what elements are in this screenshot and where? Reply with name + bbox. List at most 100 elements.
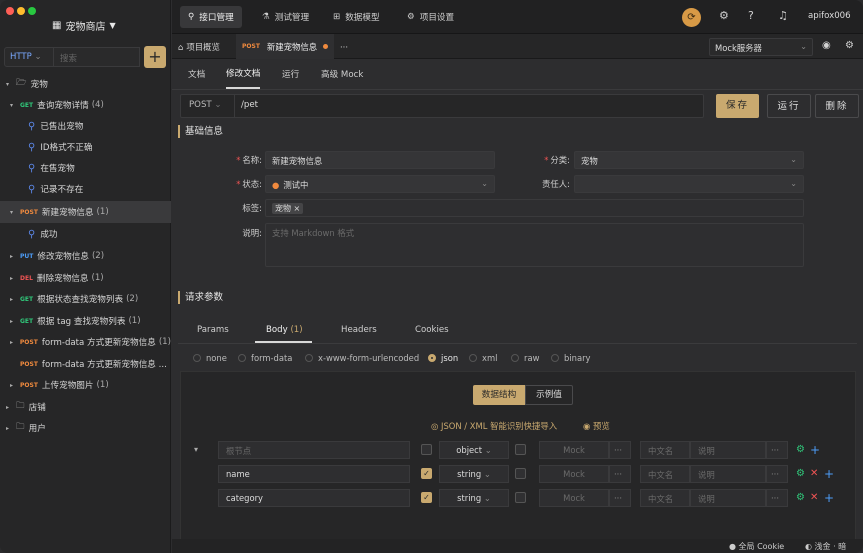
name-field[interactable]: 新建宠物信息 (265, 151, 495, 169)
category-select[interactable]: 宠物 ⌄ (574, 151, 804, 169)
body-type-xml[interactable]: xml (469, 353, 497, 363)
maximize-window-button[interactable] (28, 7, 36, 15)
tree-item-1[interactable]: ▾ GET 查询宠物详情 (4) (0, 94, 171, 116)
sync-icon[interactable]: ⟳ (682, 8, 701, 27)
bell-icon[interactable]: ♫ (778, 9, 788, 22)
tree-item-10[interactable]: ▸ GET 根据状态查找宠物列表 (2) (0, 288, 171, 310)
tree-item-3[interactable]: ⚲ ID格式不正确 (0, 136, 171, 158)
required-checkbox[interactable] (421, 444, 432, 455)
delete-button[interactable]: 删除 (815, 94, 859, 118)
more-tabs-button[interactable]: ··· (334, 34, 354, 59)
field-name-input[interactable]: name (218, 465, 410, 483)
tree-item-7[interactable]: ⚲ 成功 (0, 223, 171, 245)
tree-item-4[interactable]: ⚲ 在售宠物 (0, 157, 171, 179)
tree-item-6[interactable]: ▾ POST 新建宠物信息 (1) (0, 201, 171, 223)
tags-field[interactable]: 宠物 × (265, 199, 804, 217)
subtab-1[interactable]: 修改文档 (226, 59, 261, 89)
delete-icon[interactable]: ✕ (810, 468, 818, 479)
caret-right-icon[interactable]: ▸ (10, 318, 20, 325)
nullable-checkbox[interactable] (515, 468, 526, 479)
tab-cookies[interactable]: Cookies (415, 325, 449, 335)
tab-headers[interactable]: Headers (341, 325, 377, 335)
tab-params[interactable]: Params (197, 325, 229, 335)
settings-icon[interactable]: ⚙ (796, 444, 805, 455)
field-type-select[interactable]: object ⌄ (439, 441, 509, 459)
description-textarea[interactable]: 支持 Markdown 格式 (265, 223, 804, 267)
close-window-button[interactable] (6, 7, 14, 15)
caret-down-icon[interactable]: ▾ (10, 102, 20, 109)
more-button[interactable]: ··· (766, 489, 788, 507)
tree-item-0[interactable]: ▾ 🗁 宠物 (0, 73, 171, 95)
owner-select[interactable]: ⌄ (574, 175, 804, 193)
body-type-json[interactable]: json (428, 353, 458, 363)
caret-right-icon[interactable]: ▸ (10, 275, 20, 282)
smart-import-link[interactable]: ◎ JSON / XML 智能识别快捷导入 (431, 420, 557, 432)
add-icon[interactable]: + (810, 443, 820, 457)
tab-body[interactable]: Body (1) (266, 325, 303, 335)
body-type-form-data[interactable]: form-data (238, 353, 292, 363)
topnav-3[interactable]: ⚙ 项目设置 (399, 6, 462, 28)
cn-name-input[interactable]: 中文名 (640, 489, 690, 507)
url-input[interactable]: /pet (241, 100, 258, 110)
body-type-binary[interactable]: binary (551, 353, 590, 363)
topnav-2[interactable]: ⊞ 数据模型 (325, 6, 388, 28)
preview-link[interactable]: ◉ 预览 (583, 420, 610, 432)
env-settings-icon[interactable]: ⚙ (845, 40, 854, 51)
mock-server-select[interactable]: Mock服务器 ⌄ (709, 38, 813, 56)
more-button[interactable]: ··· (766, 465, 788, 483)
cn-name-input[interactable]: 中文名 (640, 465, 690, 483)
settings-icon[interactable]: ⚙ (719, 9, 729, 22)
run-button[interactable]: 运行 (767, 94, 811, 118)
segment-data-structure[interactable]: 数据结构 (473, 385, 525, 405)
caret-down-icon[interactable]: ▾ (10, 209, 20, 216)
field-name-input[interactable]: 根节点 (218, 441, 410, 459)
description-input[interactable]: 说明 (690, 489, 766, 507)
theme-switcher[interactable]: ◐ 浅金 · 暗 (805, 541, 846, 552)
protocol-select[interactable]: HTTP ⌄ (4, 47, 54, 67)
tree-item-13[interactable]: POST form-data 方式更新宠物信息 ... (0, 353, 171, 375)
field-name-input[interactable]: category (218, 489, 410, 507)
collapse-icon[interactable]: ▾ (194, 445, 198, 454)
tab-new-pet[interactable]: POST 新建宠物信息 (236, 34, 335, 59)
delete-icon[interactable]: ✕ (810, 492, 818, 503)
status-select[interactable]: ● 测试中 ⌄ (265, 175, 495, 193)
topnav-0[interactable]: ⚲ 接口管理 (180, 6, 242, 28)
topnav-1[interactable]: ⚗ 测试管理 (254, 6, 317, 28)
tree-item-12[interactable]: ▸ POST form-data 方式更新宠物信息 (1) (0, 331, 171, 353)
help-icon[interactable]: ? (748, 9, 754, 22)
mock-input[interactable]: Mock (539, 465, 609, 483)
subtab-0[interactable]: 文档 (188, 59, 205, 89)
mock-input[interactable]: Mock (539, 489, 609, 507)
mock-more-button[interactable]: ··· (609, 441, 631, 459)
description-input[interactable]: 说明 (690, 465, 766, 483)
tab-overview[interactable]: ⌂ 项目概览 (172, 34, 226, 59)
mock-more-button[interactable]: ··· (609, 489, 631, 507)
subtab-2[interactable]: 运行 (282, 59, 299, 89)
settings-icon[interactable]: ⚙ (796, 468, 805, 479)
method-select[interactable]: POST ⌄ (181, 95, 235, 117)
body-type-none[interactable]: none (193, 353, 227, 363)
tree-item-9[interactable]: ▸ DEL 删除宠物信息 (1) (0, 267, 171, 289)
tree-item-15[interactable]: ▸ 🗀 店铺 (0, 396, 171, 418)
tree-item-11[interactable]: ▸ GET 根据 tag 查找宠物列表 (1) (0, 310, 171, 332)
nullable-checkbox[interactable] (515, 444, 526, 455)
body-type-x-www-form-urlencoded[interactable]: x-www-form-urlencoded (305, 353, 419, 363)
search-input[interactable]: 搜索 (54, 47, 140, 67)
caret-right-icon[interactable]: ▸ (6, 404, 16, 411)
add-button[interactable]: + (144, 46, 166, 68)
field-type-select[interactable]: string ⌄ (439, 465, 509, 483)
username[interactable]: apifox006 (808, 11, 851, 21)
add-icon[interactable]: + (824, 467, 834, 481)
tag-chip[interactable]: 宠物 × (272, 203, 304, 214)
mock-more-button[interactable]: ··· (609, 465, 631, 483)
tree-item-16[interactable]: ▸ 🗀 用户 (0, 417, 171, 439)
global-cookie-button[interactable]: ● 全局 Cookie (729, 541, 784, 552)
subtab-3[interactable]: 高级 Mock (321, 59, 363, 89)
eye-icon[interactable]: ◉ (822, 40, 831, 51)
caret-down-icon[interactable]: ▾ (6, 81, 16, 88)
caret-right-icon[interactable]: ▸ (10, 253, 20, 260)
description-input[interactable]: 说明 (690, 441, 766, 459)
segment-example[interactable]: 示例值 (525, 385, 573, 405)
caret-right-icon[interactable]: ▸ (10, 339, 20, 346)
cn-name-input[interactable]: 中文名 (640, 441, 690, 459)
